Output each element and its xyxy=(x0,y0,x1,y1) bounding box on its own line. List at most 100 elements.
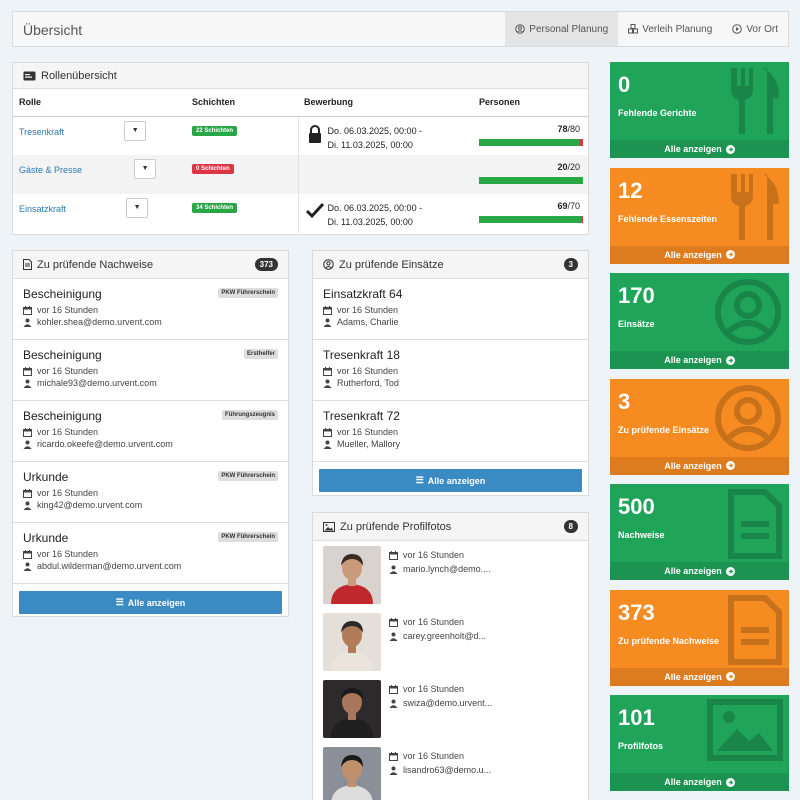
stat-label: Einsätze xyxy=(618,319,655,329)
stat-label: Zu prüfende Nachweise xyxy=(618,635,720,646)
calendar-icon xyxy=(389,684,398,694)
list-item[interactable]: vor 16 Stunden swiza@demo.urvent... xyxy=(313,680,588,747)
show-all-link[interactable]: Alle anzeigen xyxy=(610,140,789,158)
stat-card: 373 Zu prüfende Nachweise Alle anzeigen xyxy=(610,589,789,686)
tab-personal-planung[interactable]: Personal Planung xyxy=(505,12,619,46)
role-link[interactable]: Einsatzkraft xyxy=(19,204,66,214)
column-header-bewerbung: Bewerbung xyxy=(298,89,473,117)
calendar-icon xyxy=(323,305,332,315)
shift-count-badge: 22 Schichten xyxy=(192,125,238,136)
item-user: kohler.shea@demo.urvent.com xyxy=(23,317,278,327)
check-icon xyxy=(305,202,324,219)
profile-photo[interactable] xyxy=(323,680,381,738)
shift-count-badge: 34 Schichten xyxy=(192,203,238,213)
calendar-icon xyxy=(23,366,32,376)
certificate-type-badge: PKW Führerschein xyxy=(218,532,278,542)
calendar-icon xyxy=(389,751,398,761)
role-dropdown-button[interactable]: ▼ xyxy=(134,159,157,179)
link-label: Alle anzeigen xyxy=(664,144,722,154)
list-item[interactable]: Bescheinigung Führungszeugnis vor 16 Stu… xyxy=(13,401,288,462)
item-user: abdul.wilderman@demo.urvent.com xyxy=(23,561,278,571)
user-icon xyxy=(389,699,398,708)
stat-card: 500 Nachweise Alle anzeigen xyxy=(610,484,789,580)
column-header-rolle: Rolle xyxy=(13,89,186,117)
show-all-button[interactable]: ☰ Alle anzeigen xyxy=(19,591,282,614)
stat-label: Profilfotos xyxy=(618,741,663,751)
bewerbung-end: Di. 11.03.2025, 00:00 xyxy=(327,139,413,150)
roles-overview-panel: Rollenübersicht Rolle Schichten Bewerbun… xyxy=(12,62,589,235)
stat-value: 3 xyxy=(618,388,631,414)
role-dropdown-button[interactable]: ▼ xyxy=(124,120,147,141)
profile-photo[interactable] xyxy=(323,546,381,604)
item-title: Bescheinigung xyxy=(23,348,102,362)
list-item[interactable]: Urkunde PKW Führerschein vor 16 Stunden … xyxy=(13,523,288,584)
show-all-link[interactable]: Alle anzeigen xyxy=(610,773,789,791)
item-user: Mueller, Mallory xyxy=(323,439,578,449)
einsaetze-panel: Zu prüfende Einsätze 3 Einsatzkraft 64 v… xyxy=(312,250,589,496)
list-item[interactable]: Urkunde PKW Führerschein vor 16 Stunden … xyxy=(13,462,288,523)
list-item[interactable]: Tresenkraft 72 vor 16 Stunden Mueller, M… xyxy=(313,401,588,462)
nachweise-list: Bescheinigung PKW Führerschein vor 16 St… xyxy=(13,279,288,584)
calendar-icon xyxy=(23,549,32,559)
stat-card: 12 Fehlende Essenszeiten Alle anzeigen xyxy=(610,167,789,264)
item-time: vor 16 Stunden xyxy=(323,427,578,437)
profile-photo[interactable] xyxy=(323,613,381,671)
certificate-type-badge: PKW Führerschein xyxy=(218,288,278,298)
list-item[interactable]: vor 16 Stunden carey.greenholt@d... xyxy=(313,613,588,680)
show-all-link[interactable]: Alle anzeigen xyxy=(610,456,789,475)
item-title: Tresenkraft 72 xyxy=(323,409,400,423)
file-text-icon xyxy=(727,594,783,669)
role-link[interactable]: Gäste & Presse xyxy=(19,165,82,175)
item-title: Tresenkraft 18 xyxy=(323,348,400,362)
stat-label: Zu prüfende Einsätze xyxy=(618,424,710,435)
list-item[interactable]: Bescheinigung Ersthelfer vor 16 Stunden … xyxy=(13,340,288,401)
show-all-link[interactable]: Alle anzeigen xyxy=(610,667,789,686)
list-item[interactable]: Bescheinigung PKW Führerschein vor 16 St… xyxy=(13,279,288,340)
user-circle-icon xyxy=(515,24,526,34)
role-link[interactable]: Tresenkraft xyxy=(19,127,64,137)
tab-vor-ort[interactable]: Vor Ort xyxy=(722,12,788,46)
tab-label: Verleih Planung xyxy=(642,23,713,35)
item-user: lisandro63@demo.u... xyxy=(389,765,491,775)
show-all-link[interactable]: Alle anzeigen xyxy=(610,562,789,580)
bewerbung-end: Di. 11.03.2025, 00:00 xyxy=(327,217,413,227)
count-badge: 8 xyxy=(563,520,578,533)
link-label: Alle anzeigen xyxy=(664,355,722,365)
link-label: Alle anzeigen xyxy=(664,671,722,682)
caret-down-icon: ▼ xyxy=(141,165,149,172)
calendar-icon xyxy=(23,427,32,437)
role-dropdown-button[interactable]: ▼ xyxy=(126,198,149,218)
calendar-icon xyxy=(323,366,332,376)
item-time: vor 16 Stunden xyxy=(323,366,578,376)
top-bar: Übersicht Personal Planung Verleih Planu… xyxy=(12,11,789,47)
caret-down-icon: ▼ xyxy=(131,126,139,134)
tab-verleih-planung[interactable]: Verleih Planung xyxy=(618,12,722,46)
profile-photo[interactable] xyxy=(323,747,381,800)
stat-label: Fehlende Gerichte xyxy=(618,108,697,118)
list-item[interactable]: Einsatzkraft 64 vor 16 Stunden Adams, Ch… xyxy=(313,279,588,340)
calendar-icon xyxy=(323,427,332,437)
calendar-icon xyxy=(389,617,398,627)
arrow-circle-right-icon xyxy=(725,566,735,576)
button-label: Alle anzeigen xyxy=(427,475,486,486)
stat-card: 170 Einsätze Alle anzeigen xyxy=(610,273,789,369)
table-row: Tresenkraft ▼ 22 Schichten Do. 06.03.2025… xyxy=(13,116,588,155)
list-item[interactable]: Tresenkraft 18 vor 16 Stunden Rutherford… xyxy=(313,340,588,401)
show-all-link[interactable]: Alle anzeigen xyxy=(610,351,789,369)
roles-panel-header: Rollenübersicht xyxy=(13,63,588,89)
list-item[interactable]: vor 16 Stunden mario.lynch@demo.... xyxy=(313,546,588,613)
stat-value: 0 xyxy=(618,72,631,97)
show-all-link[interactable]: Alle anzeigen xyxy=(610,245,789,264)
show-all-button[interactable]: ☰ Alle anzeigen xyxy=(319,469,582,492)
user-icon xyxy=(389,632,398,641)
arrow-circle-right-icon xyxy=(725,461,735,470)
utensils-icon xyxy=(727,66,783,139)
list-item[interactable]: vor 16 Stunden lisandro63@demo.u... xyxy=(313,747,588,800)
caret-down-icon: ▼ xyxy=(133,204,141,211)
file-text-icon xyxy=(23,259,32,270)
arrow-circle-right-icon xyxy=(725,672,735,681)
count-badge: 373 xyxy=(254,258,278,271)
arrow-circle-right-icon xyxy=(725,144,735,154)
stat-card: 101 Profilfotos Alle anzeigen xyxy=(610,695,789,791)
calendar-icon xyxy=(23,305,32,315)
